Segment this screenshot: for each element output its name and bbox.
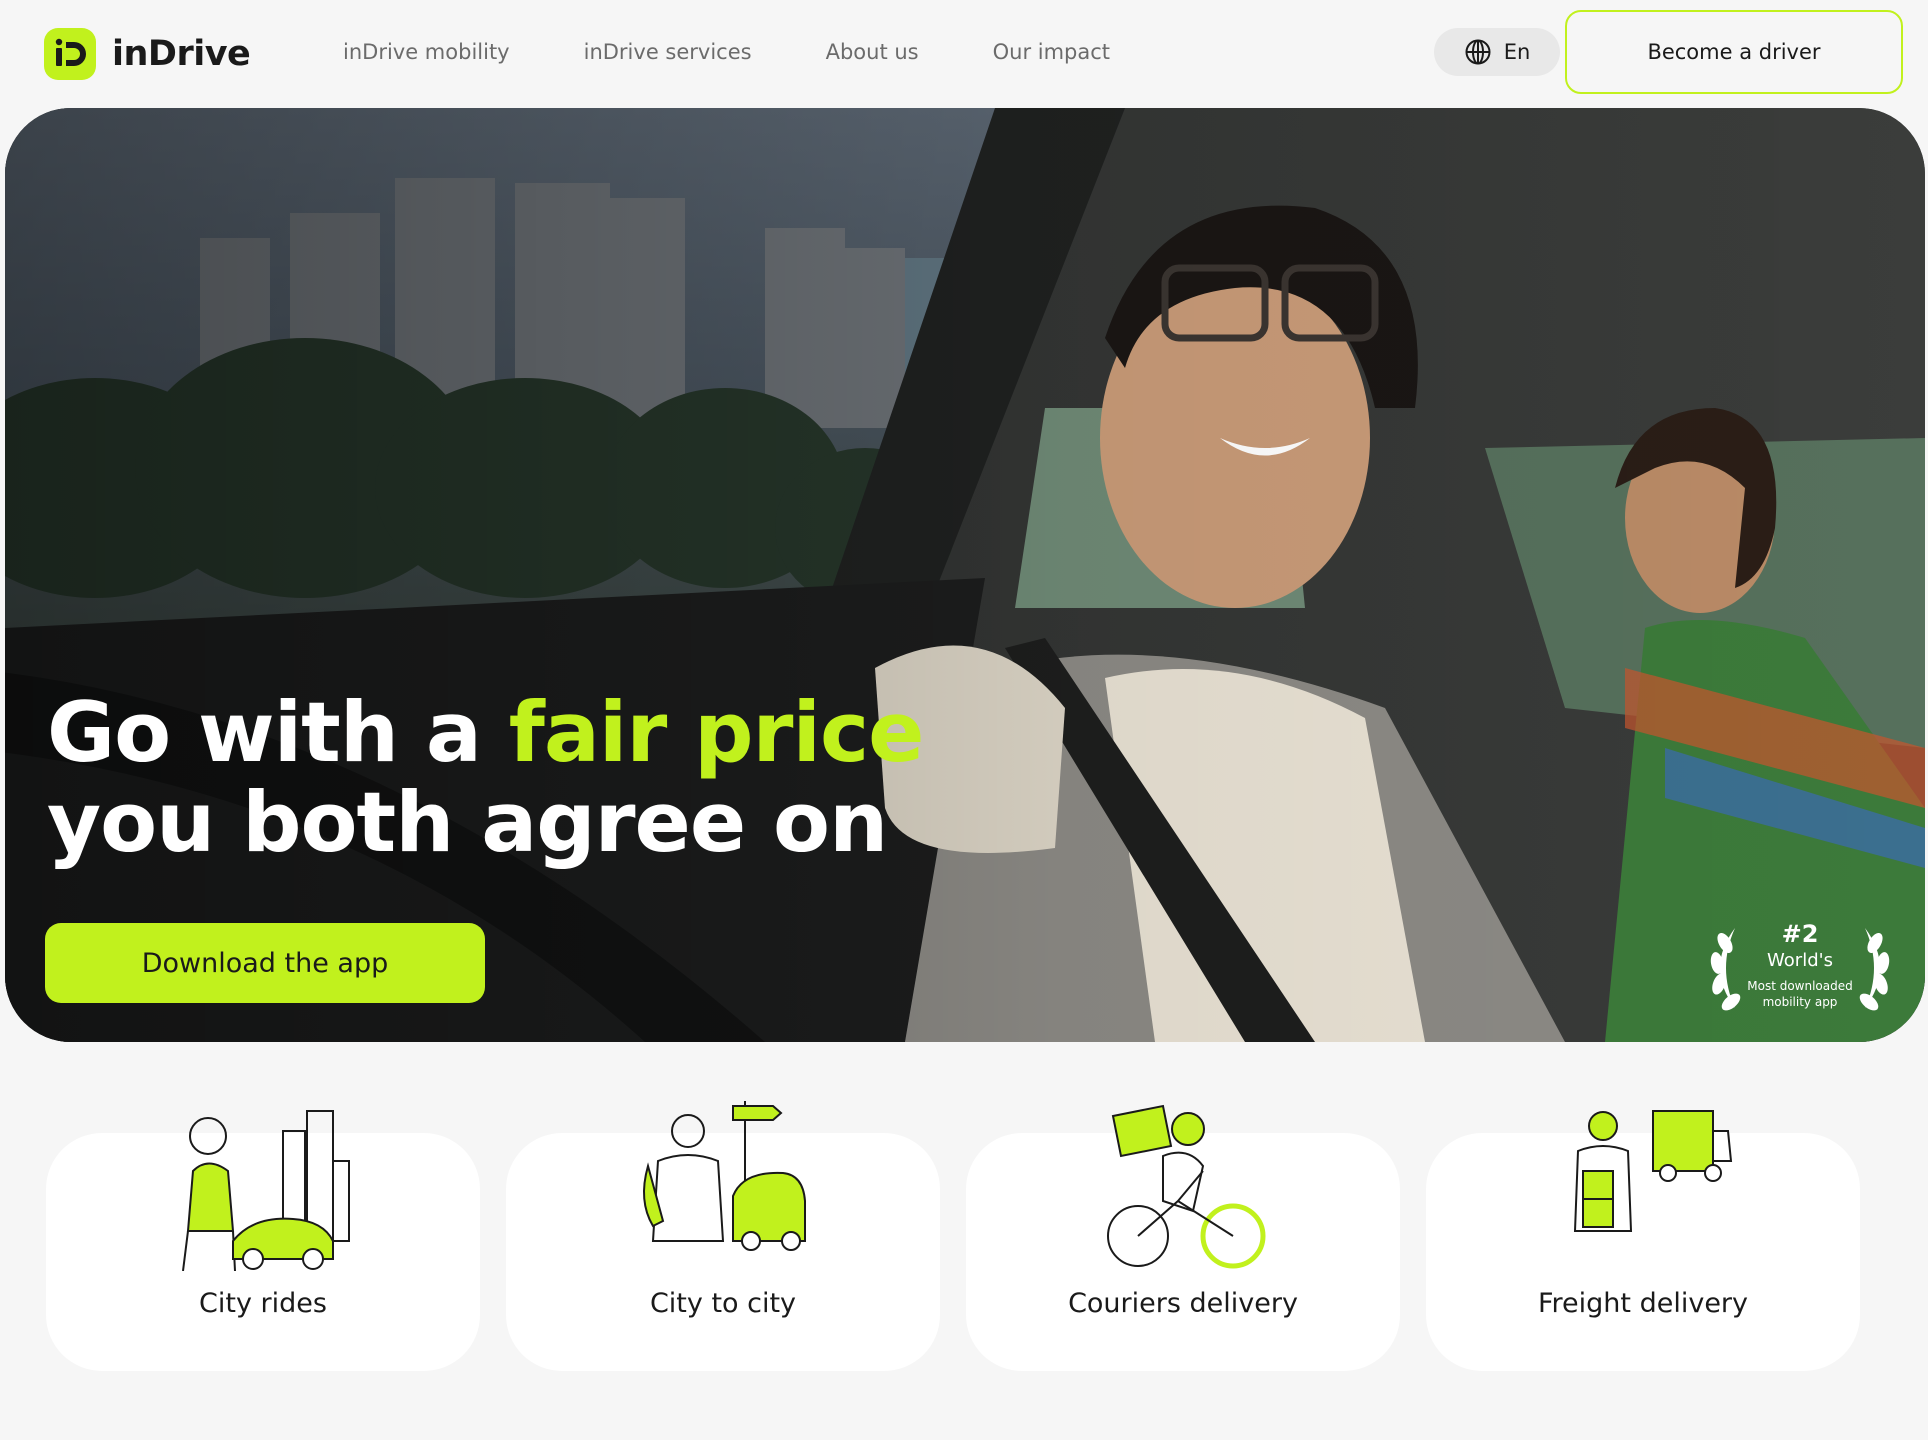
award-title: World's: [1767, 950, 1833, 971]
service-card-freight[interactable]: Freight delivery: [1426, 1110, 1860, 1371]
hero-headline: Go with a fair price you both agree on: [47, 688, 924, 871]
headline-part-1: Go with a: [47, 684, 509, 781]
nav-impact[interactable]: Our impact: [993, 34, 1110, 70]
courier-bike-illustration: [1107, 1104, 1266, 1269]
nav-mobility[interactable]: inDrive mobility: [343, 34, 510, 70]
nav-services[interactable]: inDrive services: [584, 34, 752, 70]
headline-part-2: you both agree on: [47, 774, 888, 871]
services-row: City rides City to city Couriers deliver…: [46, 1101, 1860, 1371]
globe-icon: [1465, 39, 1491, 65]
language-label: En: [1503, 40, 1531, 64]
headline-accent: fair price: [508, 684, 925, 781]
service-label: City rides: [199, 1288, 327, 1319]
service-card-city-rides[interactable]: City rides: [46, 1110, 480, 1371]
award-rank: #2: [1781, 920, 1819, 948]
hero-banner: Go with a fair price you both agree on D…: [5, 108, 1925, 1042]
freight-truck-illustration: [1573, 1110, 1733, 1232]
language-selector[interactable]: En: [1434, 28, 1560, 76]
service-card-couriers[interactable]: Couriers delivery: [966, 1104, 1400, 1371]
service-card-city-to-city[interactable]: City to city: [506, 1101, 940, 1371]
logo[interactable]: inDrive: [44, 28, 251, 80]
service-label: City to city: [649, 1288, 797, 1319]
logo-icon: [44, 28, 96, 80]
city-rides-illustration: [182, 1110, 350, 1271]
become-driver-button[interactable]: Become a driver: [1565, 10, 1903, 94]
main-nav: inDrive mobility inDrive services About …: [343, 34, 1110, 70]
award-badge: #2 World's Most downloaded mobility app: [1695, 908, 1905, 1028]
download-app-button[interactable]: Download the app: [45, 923, 485, 1003]
service-label: Couriers delivery: [1068, 1288, 1298, 1319]
award-subtitle: Most downloaded mobility app: [1747, 979, 1853, 1009]
city-to-city-illustration: [643, 1101, 806, 1251]
hero-photo: [5, 108, 1925, 1042]
service-label: Freight delivery: [1537, 1288, 1749, 1319]
brand-name: inDrive: [112, 34, 251, 74]
nav-about[interactable]: About us: [826, 34, 919, 70]
